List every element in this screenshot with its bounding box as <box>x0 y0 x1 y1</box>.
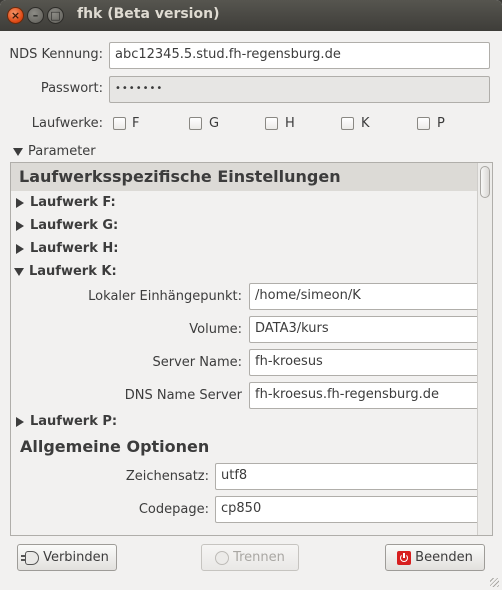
drive-p-checkbox[interactable] <box>417 117 430 130</box>
plug-icon <box>21 550 40 565</box>
close-icon[interactable]: × <box>7 7 24 24</box>
quit-button[interactable]: Beenden <box>385 544 485 571</box>
window-title: fhk (Beta version) <box>77 6 220 22</box>
vertical-scrollbar[interactable] <box>477 163 492 535</box>
drive-h-checkbox[interactable] <box>265 117 278 130</box>
unplug-icon <box>215 550 230 565</box>
parameter-scroll-panel[interactable]: Laufwerksspezifische Einstellungen Laufw… <box>10 162 493 536</box>
expander-open-icon <box>14 267 24 276</box>
scrollbar-thumb[interactable] <box>480 166 490 198</box>
dns-server-label: DNS Name Server <box>124 388 242 403</box>
password-label: Passwort: <box>40 81 103 96</box>
drive-row-g[interactable]: Laufwerk G: <box>14 218 118 233</box>
drive-f-checkbox[interactable] <box>113 117 126 130</box>
nds-label: NDS Kennung: <box>9 47 103 62</box>
parameter-expander[interactable]: Parameter <box>13 144 96 159</box>
drive-g-checkbox[interactable] <box>189 117 202 130</box>
maximize-icon[interactable]: □ <box>47 7 64 24</box>
drives-label: Laufwerke: <box>31 116 103 131</box>
disconnect-label: Trennen <box>233 550 285 565</box>
codepage-label: Codepage: <box>138 502 209 517</box>
disconnect-button[interactable]: Trennen <box>201 544 299 571</box>
title-bar[interactable]: × – □ fhk (Beta version) <box>0 0 502 31</box>
connect-label: Verbinden <box>43 550 109 565</box>
mount-label: Lokaler Einhängepunkt: <box>88 289 242 304</box>
drive-row-label: Laufwerk K: <box>29 264 117 279</box>
mount-input[interactable]: /home/simeon/K <box>249 283 488 310</box>
expander-open-icon <box>13 147 23 156</box>
charset-label: Zeichensatz: <box>125 469 209 484</box>
drive-row-label: Laufwerk G: <box>30 218 119 233</box>
nds-input[interactable]: abc12345.5.stud.fh-regensburg.de <box>109 42 490 69</box>
resize-grip-icon[interactable] <box>490 578 499 587</box>
power-icon <box>397 550 412 565</box>
codepage-input[interactable]: cp850 <box>215 496 488 523</box>
drive-row-h[interactable]: Laufwerk H: <box>14 241 118 256</box>
connect-button[interactable]: Verbinden <box>17 544 117 571</box>
volume-label: Volume: <box>189 322 242 337</box>
drive-row-p[interactable]: Laufwerk P: <box>14 414 117 429</box>
password-input[interactable]: ••••••• <box>109 76 490 103</box>
drive-row-label: Laufwerk F: <box>30 195 116 210</box>
expander-closed-icon <box>16 243 24 254</box>
minimize-icon[interactable]: – <box>27 7 44 24</box>
expander-closed-icon <box>16 416 24 427</box>
quit-label: Beenden <box>415 550 473 565</box>
drive-p-label: P <box>437 116 445 131</box>
parameter-label: Parameter <box>28 144 96 159</box>
server-name-label: Server Name: <box>152 355 243 370</box>
drive-h-label: H <box>285 116 295 131</box>
dns-server-input[interactable]: fh-kroesus.fh-regensburg.de <box>249 382 488 409</box>
expander-closed-icon <box>16 220 24 231</box>
drive-row-label: Laufwerk H: <box>30 241 119 256</box>
charset-input[interactable]: utf8 <box>215 463 488 490</box>
drive-k-label: K <box>361 116 370 131</box>
drive-k-checkbox[interactable] <box>341 117 354 130</box>
expander-closed-icon <box>16 197 24 208</box>
volume-input[interactable]: DATA3/kurs <box>249 316 488 343</box>
drive-g-label: G <box>209 116 220 131</box>
drive-row-f[interactable]: Laufwerk F: <box>14 195 116 210</box>
drive-row-label: Laufwerk P: <box>30 414 118 429</box>
drive-f-label: F <box>132 116 140 131</box>
drive-section-title: Laufwerksspezifische Einstellungen <box>11 163 477 191</box>
server-name-input[interactable]: fh-kroesus <box>249 349 488 376</box>
app-window: × – □ fhk (Beta version) NDS Kennung: ab… <box>0 0 502 590</box>
general-options-title: Allgemeine Optionen <box>20 437 210 456</box>
drive-row-k[interactable]: Laufwerk K: <box>14 264 117 279</box>
